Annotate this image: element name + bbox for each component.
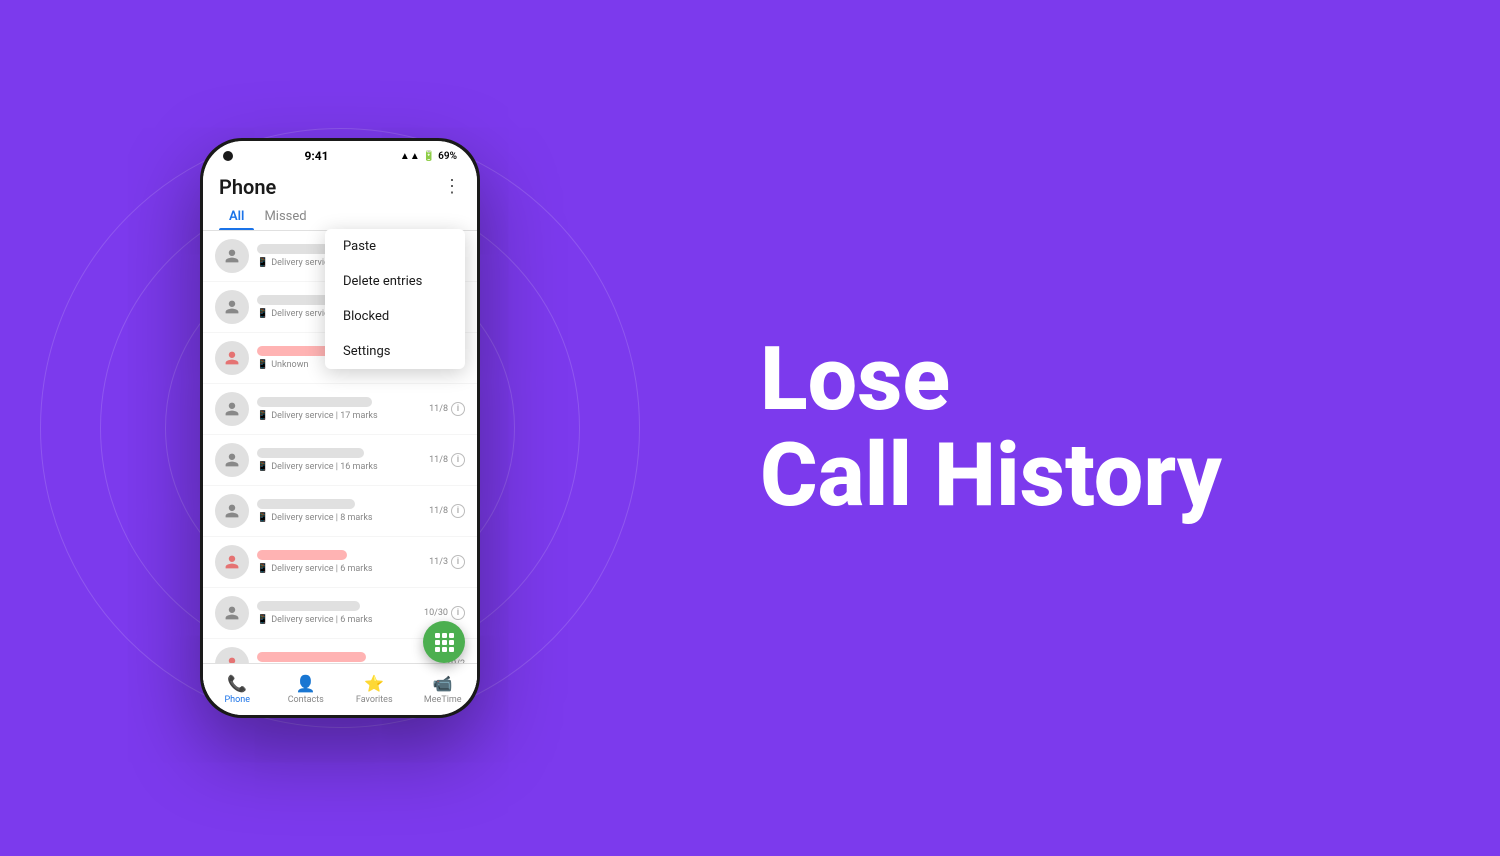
nav-favorites[interactable]: ⭐ Favorites [340,664,409,715]
call-info: 📱Delivery service | 16 marks [257,448,421,472]
call-avatar [215,239,249,273]
nav-meettime-label: MeeTime [424,695,462,705]
info-icon[interactable]: i [451,453,465,467]
battery-percent: 69% [438,151,457,162]
camera-dot [223,151,233,161]
call-avatar-missed [215,545,249,579]
nav-contacts[interactable]: 👤 Contacts [272,664,341,715]
phone-device: 9:41 ▲▲ 🔋 69% Phone ⋮ All Missed [200,138,480,718]
status-time: 9:41 [304,149,328,163]
overflow-menu-button[interactable]: ⋮ [443,178,461,196]
call-subtitle: 📱Delivery service | 8 marks [257,513,421,523]
phone-screen: 9:41 ▲▲ 🔋 69% Phone ⋮ All Missed [203,141,477,715]
battery-icon: 🔋 [423,151,435,162]
nav-phone-label: Phone [224,695,250,705]
nav-contacts-label: Contacts [288,695,324,705]
call-date: 11/3 i [429,555,465,569]
call-item[interactable]: 📱Delivery service | 8 marks 11/8 i [203,486,477,536]
tabs-bar: All Missed [203,199,477,231]
tab-all[interactable]: All [219,203,254,230]
nav-favorites-label: Favorites [356,695,393,705]
call-date: 11/8 i [429,402,465,416]
meettime-nav-icon: 📹 [433,674,453,693]
call-subtitle: 📱Delivery service | 6 marks [257,615,416,625]
call-subtitle: 📱Delivery service | 6 marks [257,564,421,574]
nav-meettime[interactable]: 📹 MeeTime [409,664,478,715]
dialpad-icon [435,633,454,652]
call-name-bar-missed [257,550,347,560]
context-menu-paste[interactable]: Paste [325,229,465,264]
call-avatar [215,443,249,477]
info-icon[interactable]: i [451,504,465,518]
call-name-bar [257,499,355,509]
left-section: 9:41 ▲▲ 🔋 69% Phone ⋮ All Missed [0,0,680,856]
call-subtitle: 📱Delivery service | 17 marks [257,411,421,421]
call-avatar [215,392,249,426]
favorites-nav-icon: ⭐ [364,674,384,693]
tab-missed[interactable]: Missed [254,203,316,230]
app-header: Phone ⋮ [203,167,477,199]
info-icon[interactable]: i [451,606,465,620]
call-info: 📱Delivery service | 6 marks [257,601,416,625]
nav-phone[interactable]: 📞 Phone [203,664,272,715]
call-date: 11/8 i [429,504,465,518]
context-menu-settings[interactable]: Settings [325,334,465,369]
signal-icon: ▲▲ [400,151,420,162]
call-avatar [215,494,249,528]
call-avatar [215,290,249,324]
info-icon[interactable]: i [451,555,465,569]
call-name-bar [257,601,360,611]
status-bar: 9:41 ▲▲ 🔋 69% [203,141,477,167]
call-info: 📱Delivery service | 17 marks [257,397,421,421]
app-title: Phone [219,175,276,199]
bottom-nav: 📞 Phone 👤 Contacts ⭐ Favorites 📹 MeeTime [203,663,477,715]
hero-line2: Call History [760,432,1420,520]
call-name-bar-missed [257,652,366,662]
call-avatar [215,596,249,630]
context-menu: Paste Delete entries Blocked Settings [325,229,465,369]
call-info: 📱Delivery service | 8 marks [257,499,421,523]
call-subtitle: 📱Delivery service | 16 marks [257,462,421,472]
call-avatar-missed [215,341,249,375]
dial-fab-button[interactable] [423,621,465,663]
info-icon[interactable]: i [451,402,465,416]
call-date: 10/30 i [424,606,465,620]
call-item-missed[interactable]: 📱Delivery service | 6 marks 11/3 i [203,537,477,587]
status-icons: ▲▲ 🔋 69% [400,151,457,162]
call-name-bar [257,448,364,458]
call-item[interactable]: 📱Delivery service | 16 marks 11/8 i [203,435,477,485]
right-section: Lose Call History [680,276,1500,580]
call-item[interactable]: 📱Delivery service | 17 marks 11/8 i [203,384,477,434]
call-date: 11/8 i [429,453,465,467]
context-menu-delete[interactable]: Delete entries [325,264,465,299]
hero-line1: Lose [760,336,1420,424]
contacts-nav-icon: 👤 [296,674,316,693]
call-info: 📱Delivery service | 6 marks [257,550,421,574]
context-menu-blocked[interactable]: Blocked [325,299,465,334]
call-name-bar [257,397,372,407]
phone-nav-icon: 📞 [227,674,247,693]
